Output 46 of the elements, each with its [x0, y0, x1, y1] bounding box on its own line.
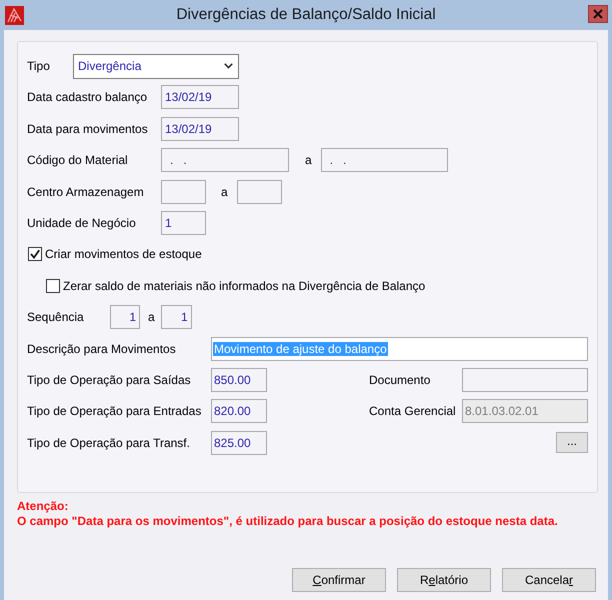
warning-title: Atenção:	[17, 499, 68, 514]
field-label: Data cadastro balanço	[27, 90, 148, 104]
range-separator: a	[221, 184, 228, 199]
input-field[interactable]: 825.00	[211, 430, 267, 455]
app-logo-icon	[5, 6, 24, 24]
input-field[interactable]: 1	[160, 305, 192, 330]
field-label: Tipo	[27, 59, 50, 73]
input-field[interactable]: 1	[110, 305, 140, 330]
range-separator: a	[305, 153, 312, 168]
type-dropdown[interactable]: Divergência	[73, 54, 239, 78]
field-label: Código do Material	[27, 153, 128, 168]
field-label: Unidade de Negócio	[27, 216, 136, 230]
input-field[interactable]	[462, 368, 588, 392]
field-label: Conta Gerencial	[369, 404, 456, 418]
field-label: Data para movimentos	[27, 122, 148, 136]
input-field[interactable]	[236, 180, 282, 204]
field-label: Centro Armazenagem	[27, 184, 144, 199]
checkbox-label: Zerar saldo de materiais não informados na Divergência de Balanço	[63, 278, 426, 293]
field-label: Tipo de Operação para Entradas	[27, 404, 202, 418]
field-label: Sequência	[27, 310, 84, 324]
window-title: Divergências de Balanço/Saldo Inicial	[175, 6, 437, 24]
input-field[interactable]: 1	[161, 210, 206, 235]
date-field[interactable]: 13/02/19	[161, 85, 239, 110]
date-field[interactable]: 13/02/19	[161, 116, 239, 141]
close-icon	[593, 9, 603, 19]
input-field[interactable]: 850.00	[211, 368, 267, 392]
field-label: Documento	[369, 372, 430, 387]
warning-text: O campo "Data para os movimentos", é utilizado para buscar a posição do estoque nesta data.	[17, 514, 558, 529]
dialog-button[interactable]: Cancelar	[502, 568, 596, 592]
input-field[interactable]: 820.00	[211, 399, 267, 424]
lookup-button[interactable]: ...	[556, 432, 588, 454]
input-field[interactable]: . .	[161, 148, 289, 172]
chevron-down-icon	[224, 63, 233, 69]
input-field[interactable]: . .	[320, 148, 448, 172]
range-separator: a	[148, 310, 155, 324]
input-field[interactable]	[161, 180, 206, 204]
checkbox[interactable]	[46, 278, 60, 293]
check-icon	[30, 249, 40, 260]
checkbox-label: Criar movimentos de estoque	[45, 247, 202, 262]
field-label: Tipo de Operação para Saídas	[27, 372, 191, 387]
close-button[interactable]	[588, 5, 608, 23]
dialog-button[interactable]: Confirmar	[292, 568, 386, 592]
field-label: Tipo de Operação para Transf.	[27, 436, 190, 450]
dialog-button[interactable]: Relatório	[397, 568, 491, 592]
checkbox[interactable]	[28, 247, 42, 262]
field-label: Descrição para Movimentos	[27, 342, 176, 356]
